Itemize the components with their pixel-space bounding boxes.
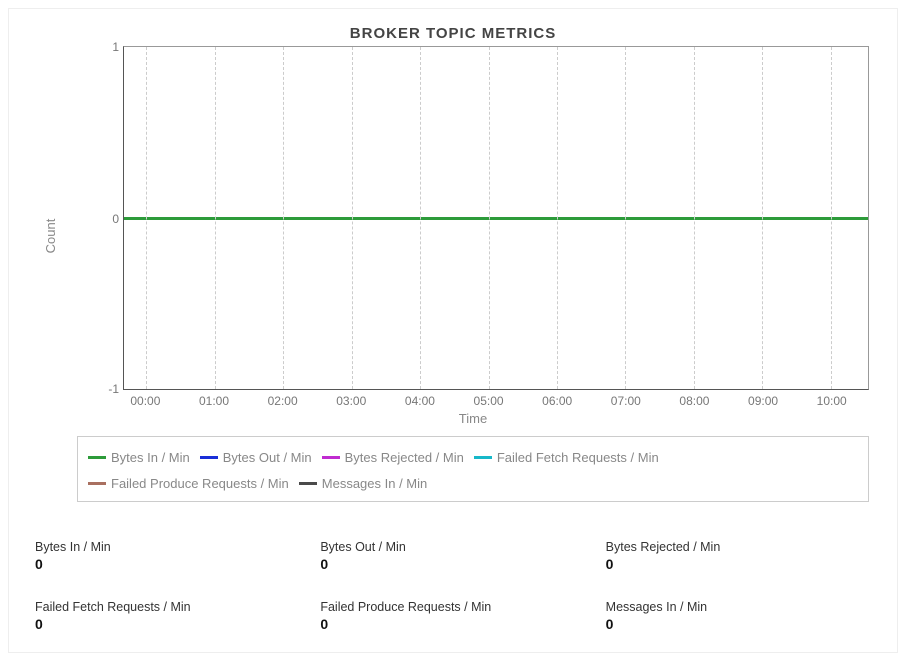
chart-legend: Bytes In / Min Bytes Out / Min Bytes Rejec…: [77, 436, 869, 502]
stat-label: Bytes Rejected / Min: [606, 540, 871, 554]
stat-label: Bytes Out / Min: [320, 540, 585, 554]
series-line: [124, 217, 868, 220]
stat-label: Failed Produce Requests / Min: [320, 600, 585, 614]
x-tick: 02:00: [268, 394, 298, 408]
x-tick: 00:00: [130, 394, 160, 408]
stat-value: 0: [606, 616, 871, 632]
chart-title: BROKER TOPIC METRICS: [27, 25, 879, 42]
gridline: [557, 47, 558, 389]
stat-label: Messages In / Min: [606, 600, 871, 614]
x-tick: 07:00: [611, 394, 641, 408]
stat: Bytes In / Min 0: [35, 540, 300, 572]
stat-value: 0: [35, 556, 300, 572]
gridline: [831, 47, 832, 389]
x-tick: 09:00: [748, 394, 778, 408]
x-tick: 01:00: [199, 394, 229, 408]
legend-label: Bytes Out / Min: [223, 446, 312, 469]
legend-swatch: [88, 482, 106, 485]
stat: Bytes Out / Min 0: [320, 540, 585, 572]
plot-region: [123, 46, 869, 390]
stat-value: 0: [320, 616, 585, 632]
legend-label: Bytes In / Min: [111, 446, 190, 469]
y-tick: 0: [95, 212, 119, 226]
legend-item[interactable]: Failed Produce Requests / Min: [88, 472, 289, 495]
gridline: [762, 47, 763, 389]
gridline: [694, 47, 695, 389]
legend-item[interactable]: Failed Fetch Requests / Min: [474, 446, 659, 469]
x-tick: 05:00: [474, 394, 504, 408]
stat-value: 0: [320, 556, 585, 572]
y-axis-label: Count: [43, 219, 58, 254]
legend-swatch: [200, 456, 218, 459]
legend-item[interactable]: Bytes In / Min: [88, 446, 190, 469]
x-tick: 10:00: [817, 394, 847, 408]
legend-label: Bytes Rejected / Min: [345, 446, 464, 469]
stat: Failed Produce Requests / Min 0: [320, 600, 585, 632]
stat-value: 0: [606, 556, 871, 572]
x-tick: 08:00: [679, 394, 709, 408]
x-tick: 06:00: [542, 394, 572, 408]
gridline: [625, 47, 626, 389]
legend-swatch: [474, 456, 492, 459]
legend-swatch: [299, 482, 317, 485]
x-axis-label: Time: [459, 411, 487, 426]
chart-area: Count 1 0 -1 Time 00:0001:0002:0003:0004…: [77, 46, 869, 426]
legend-item[interactable]: Bytes Out / Min: [200, 446, 312, 469]
y-tick: 1: [95, 40, 119, 54]
gridline: [283, 47, 284, 389]
legend-swatch: [88, 456, 106, 459]
stats-grid: Bytes In / Min0Bytes Out / Min0Bytes Rej…: [27, 540, 879, 632]
stat-label: Failed Fetch Requests / Min: [35, 600, 300, 614]
legend-item[interactable]: Bytes Rejected / Min: [322, 446, 464, 469]
legend-label: Failed Produce Requests / Min: [111, 472, 289, 495]
gridline: [215, 47, 216, 389]
y-tick: -1: [95, 382, 119, 396]
legend-swatch: [322, 456, 340, 459]
stat-label: Bytes In / Min: [35, 540, 300, 554]
gridline: [352, 47, 353, 389]
stat-value: 0: [35, 616, 300, 632]
gridline: [420, 47, 421, 389]
stat: Failed Fetch Requests / Min 0: [35, 600, 300, 632]
x-tick: 03:00: [336, 394, 366, 408]
gridline: [489, 47, 490, 389]
x-tick: 04:00: [405, 394, 435, 408]
legend-label: Failed Fetch Requests / Min: [497, 446, 659, 469]
gridline: [146, 47, 147, 389]
stat: Bytes Rejected / Min 0: [606, 540, 871, 572]
legend-label: Messages In / Min: [322, 472, 428, 495]
legend-item[interactable]: Messages In / Min: [299, 472, 428, 495]
stat: Messages In / Min 0: [606, 600, 871, 632]
metrics-panel: BROKER TOPIC METRICS Count 1 0 -1 Time 0…: [8, 8, 898, 653]
